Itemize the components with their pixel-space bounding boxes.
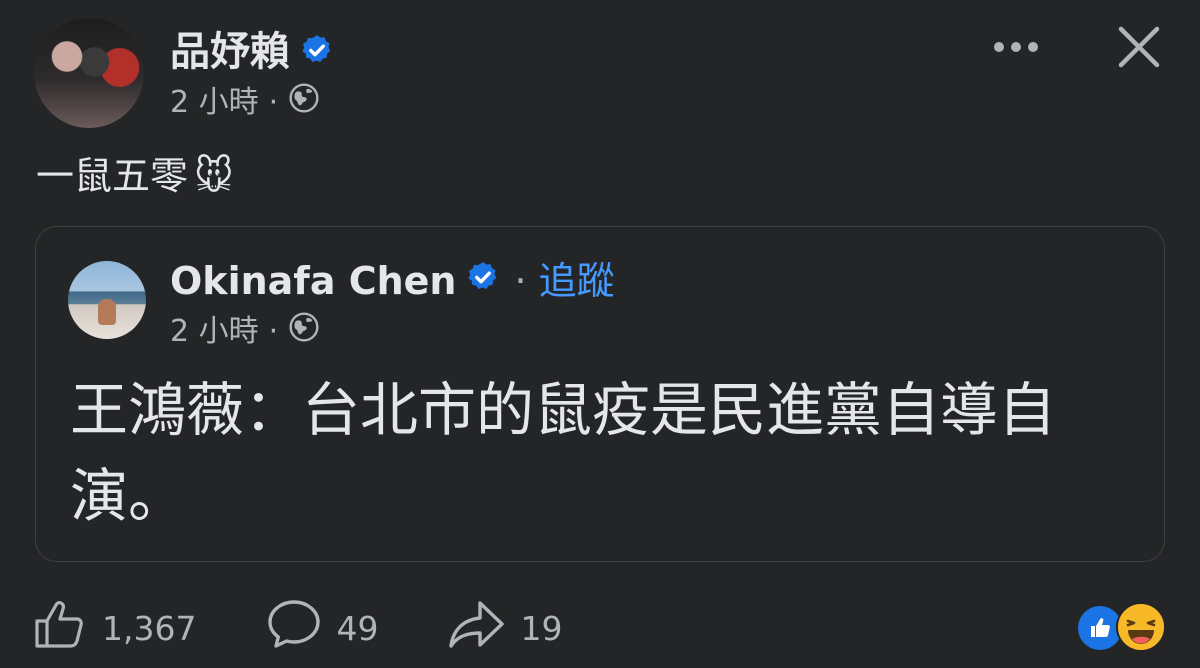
post-meta: 2 小時 · (170, 82, 320, 124)
follow-separator: · (514, 259, 527, 303)
shared-post-time[interactable]: 2 小時 (170, 313, 259, 351)
comment-bubble-icon (266, 598, 322, 658)
reaction-summary[interactable] (1076, 602, 1172, 652)
haha-reaction-icon (1116, 602, 1166, 652)
post-actions: 1,367 49 19 (34, 598, 632, 658)
verified-badge-icon (466, 257, 500, 305)
like-button[interactable]: 1,367 (34, 599, 196, 657)
shared-author-name[interactable]: Okinafa Chen (170, 257, 456, 305)
meta-separator: · (268, 314, 279, 349)
globe-icon (288, 311, 320, 353)
author-header: 品妤賴 (170, 28, 334, 78)
author-avatar[interactable] (34, 18, 144, 128)
post-dialog: 品妤賴 2 小時 · 一鼠五零 🐭 Okinafa Chen · 追蹤 2 小時… (0, 0, 1200, 668)
post-body: 一鼠五零 🐭 (36, 152, 234, 200)
like-count: 1,367 (102, 608, 197, 648)
post-time[interactable]: 2 小時 (170, 84, 259, 122)
share-button[interactable]: 19 (448, 599, 562, 657)
mouse-face-emoji: 🐭 (194, 154, 234, 198)
more-options-icon (992, 39, 1040, 58)
shared-post-text: 王鴻薇：台北市的鼠疫是民進黨自導自演。 (70, 376, 1057, 530)
share-arrow-icon (448, 599, 506, 657)
shared-author-header: Okinafa Chen · 追蹤 (170, 257, 615, 305)
verified-badge-icon (300, 30, 334, 78)
follow-button[interactable]: 追蹤 (539, 257, 615, 305)
post-text: 一鼠五零 (36, 154, 189, 198)
close-icon (1116, 24, 1162, 74)
thumbs-up-icon (34, 599, 88, 657)
globe-icon (288, 82, 320, 124)
shared-author-avatar[interactable] (68, 261, 146, 339)
comment-count: 49 (336, 608, 379, 648)
close-button[interactable] (1112, 22, 1166, 76)
share-count: 19 (520, 608, 563, 648)
comment-button[interactable]: 49 (266, 598, 378, 658)
author-name[interactable]: 品妤賴 (170, 29, 290, 75)
shared-post-card[interactable]: Okinafa Chen · 追蹤 2 小時 · 王鴻薇：台北市的鼠疫是民進黨自… (35, 226, 1165, 562)
shared-post-meta: 2 小時 · (170, 311, 320, 353)
more-options-button[interactable] (988, 28, 1044, 68)
meta-separator: · (268, 85, 279, 120)
